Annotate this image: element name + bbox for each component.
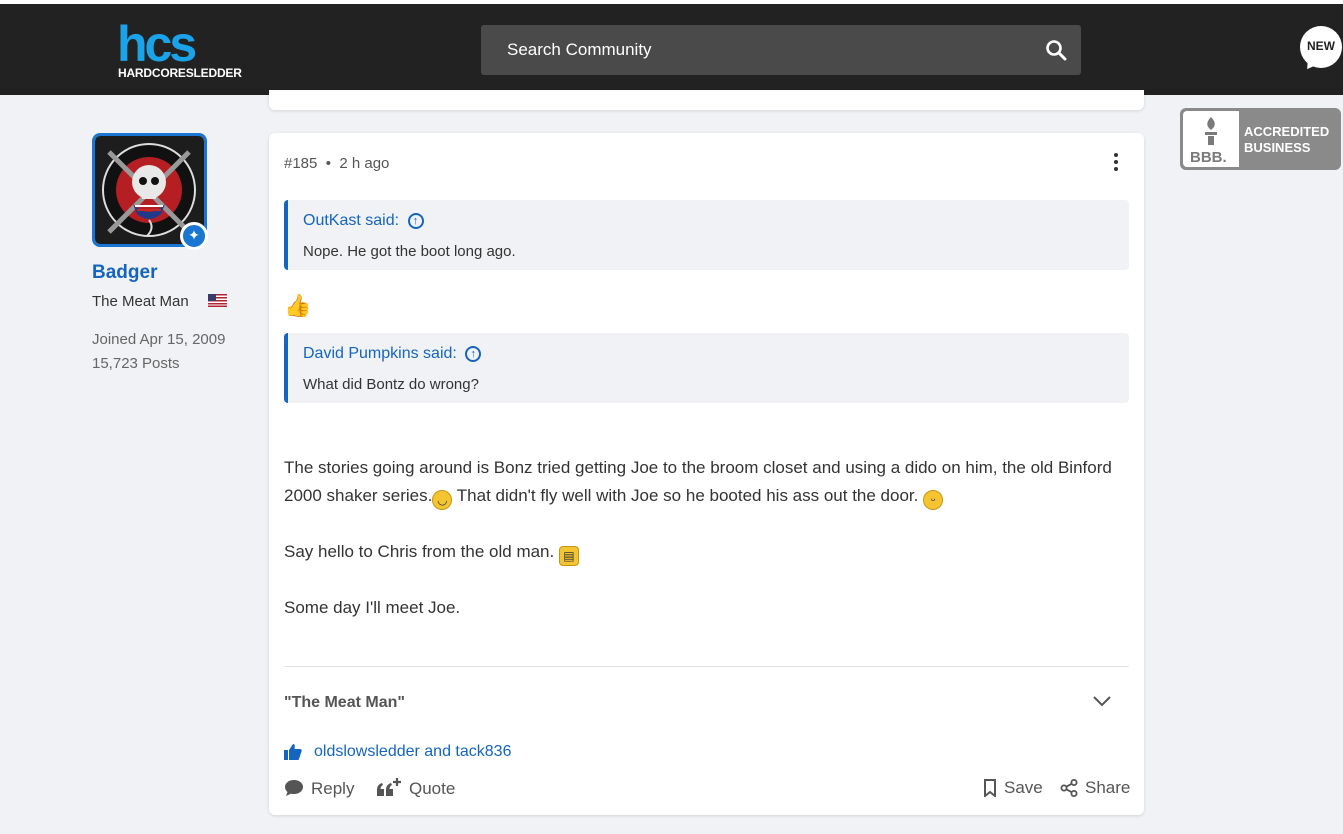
bbb-short: BBB.	[1190, 149, 1227, 166]
us-flag-icon	[208, 294, 227, 307]
share-icon	[1060, 779, 1078, 797]
save-label: Save	[1004, 778, 1043, 797]
reply-label: Reply	[311, 779, 355, 798]
more-options-icon[interactable]	[1109, 151, 1123, 173]
username[interactable]: Badger	[92, 262, 157, 284]
post-paragraph: Say hello to Chris from the old man. ▤	[284, 538, 1134, 566]
search-placeholder: Search Community	[507, 40, 652, 59]
post-meta: #185 • 2 h ago	[284, 155, 389, 172]
site-header: hcs HARDCORESLEDDER Search Community	[0, 4, 1343, 95]
signature-text: "The Meat Man"	[284, 694, 405, 711]
jump-up-icon[interactable]: ↑	[407, 213, 424, 229]
post-paragraph: Some day I'll meet Joe.	[284, 598, 461, 617]
quote-plus-icon	[377, 778, 401, 796]
post-count: 15,723 Posts	[92, 355, 180, 372]
post-time[interactable]: 2 h ago	[339, 155, 389, 172]
quote-text: Nope. He got the boot long ago.	[303, 243, 516, 260]
site-logo[interactable]: hcs HARDCORESLEDDER	[117, 16, 257, 82]
post-number[interactable]: #185	[284, 155, 317, 172]
thumbs-up-icon	[284, 744, 302, 760]
user-title: The Meat Man	[92, 293, 189, 310]
join-date: Joined Apr 15, 2009	[92, 331, 226, 348]
verified-badge-icon: ✦	[180, 222, 208, 250]
quote-block: David Pumpkins said: ↑ What did Bontz do…	[284, 333, 1129, 403]
quote-author-link[interactable]: David Pumpkins said: ↑	[303, 345, 482, 363]
bbb-caption: ACCREDITED BUSINESS	[1244, 124, 1329, 156]
logo-mark: hcs	[117, 16, 197, 72]
jump-up-icon[interactable]: ↑	[465, 346, 482, 362]
search-icon[interactable]	[1045, 39, 1067, 61]
post-actions: Reply Quote Save Share	[269, 778, 1144, 800]
chat-bubble-icon	[285, 780, 303, 796]
logo-subtitle: HARDCORESLEDDER	[118, 66, 242, 80]
paragraph-text: Say hello to Chris from the old man.	[284, 542, 559, 561]
save-button[interactable]: Save	[983, 778, 1043, 799]
quote-block: OutKast said: ↑ Nope. He got the boot lo…	[284, 200, 1129, 270]
meta-separator: •	[325, 155, 331, 172]
bookmark-icon	[984, 779, 996, 799]
torch-icon	[1205, 117, 1217, 145]
beer-mugs-emoji-icon: ▤	[558, 546, 579, 566]
bbb-logo: BBB.	[1183, 111, 1239, 167]
previous-post-card	[269, 90, 1144, 110]
search-input[interactable]: Search Community	[481, 25, 1081, 75]
share-label: Share	[1085, 778, 1131, 797]
quote-button[interactable]: Quote	[376, 778, 455, 799]
bbb-accredited-badge[interactable]: BBB. ACCREDITED BUSINESS	[1180, 108, 1341, 170]
bbb-line2: BUSINESS	[1244, 140, 1311, 155]
grinning-emoji-icon: ◡	[432, 490, 453, 510]
reply-button[interactable]: Reply	[284, 778, 354, 799]
paragraph-text: That didn't fly well with Joe so he boot…	[452, 486, 924, 505]
quote-author: David Pumpkins said:	[303, 345, 457, 362]
post-paragraph: The stories going around is Bonz tried g…	[284, 454, 1134, 510]
new-label: NEW	[1307, 39, 1335, 53]
thumbs-up-emoji: 👍	[284, 293, 312, 318]
post-card: #185 • 2 h ago OutKast said: ↑ Nope. He …	[269, 133, 1144, 815]
share-button[interactable]: Share	[1060, 778, 1130, 798]
signature-divider	[284, 666, 1129, 667]
chevron-down-icon[interactable]	[1091, 690, 1113, 712]
likes-text[interactable]: oldslowsledder and tack836	[314, 743, 511, 761]
quote-author-link[interactable]: OutKast said: ↑	[303, 212, 424, 230]
quote-author: OutKast said:	[303, 212, 400, 229]
bbb-line1: ACCREDITED	[1244, 124, 1330, 139]
zany-emoji-icon: ᵕ	[923, 490, 944, 510]
quote-text: What did Bontz do wrong?	[303, 376, 479, 393]
quote-label: Quote	[409, 779, 456, 798]
new-content-button[interactable]: NEW	[1300, 26, 1342, 68]
